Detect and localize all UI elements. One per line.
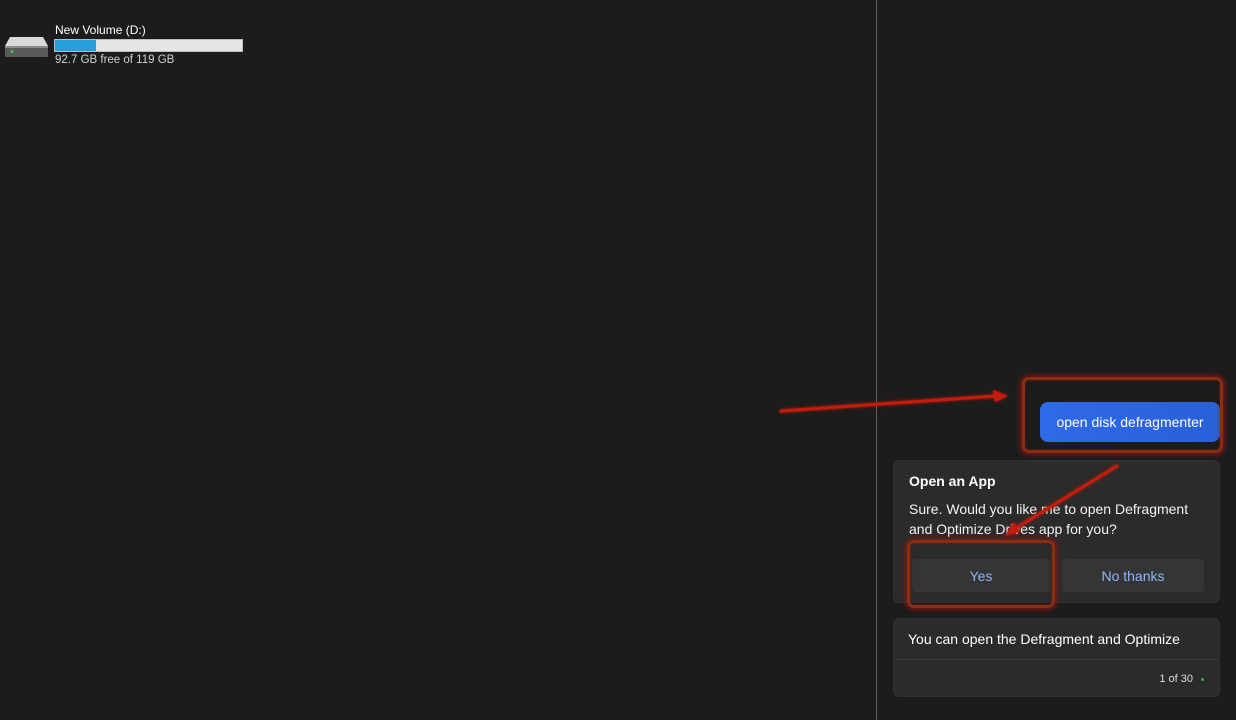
page: New Volume (D:) 92.7 GB free of 119 GB o…	[0, 0, 1236, 720]
drive-item-d[interactable]: New Volume (D:) 92.7 GB free of 119 GB	[4, 20, 254, 70]
drive-usage-fill	[55, 40, 97, 51]
status-dot-icon	[1201, 678, 1204, 681]
open-app-card: Open an App Sure. Would you like me to o…	[893, 460, 1220, 603]
arrow-to-message-icon	[779, 390, 1008, 413]
drive-usage-bar	[54, 39, 243, 52]
card-body: Sure. Would you like me to open Defragme…	[909, 501, 1189, 537]
card-separator	[894, 659, 1219, 660]
no-thanks-button[interactable]: No thanks	[1062, 559, 1204, 592]
hard-drive-icon	[5, 37, 48, 57]
card-title: Open an App	[909, 473, 996, 489]
drive-name: New Volume (D:)	[55, 23, 146, 37]
user-message-bubble: open disk defragmenter	[1040, 402, 1220, 442]
response-counter: 1 of 30	[1159, 673, 1193, 685]
followup-text: You can open the Defragment and Optimize	[908, 631, 1180, 647]
pane-divider	[876, 0, 877, 720]
yes-button[interactable]: Yes	[912, 559, 1050, 592]
annotation-arrows	[779, 390, 1119, 536]
drive-free-space: 92.7 GB free of 119 GB	[55, 54, 175, 66]
followup-card: You can open the Defragment and Optimize…	[893, 618, 1220, 697]
